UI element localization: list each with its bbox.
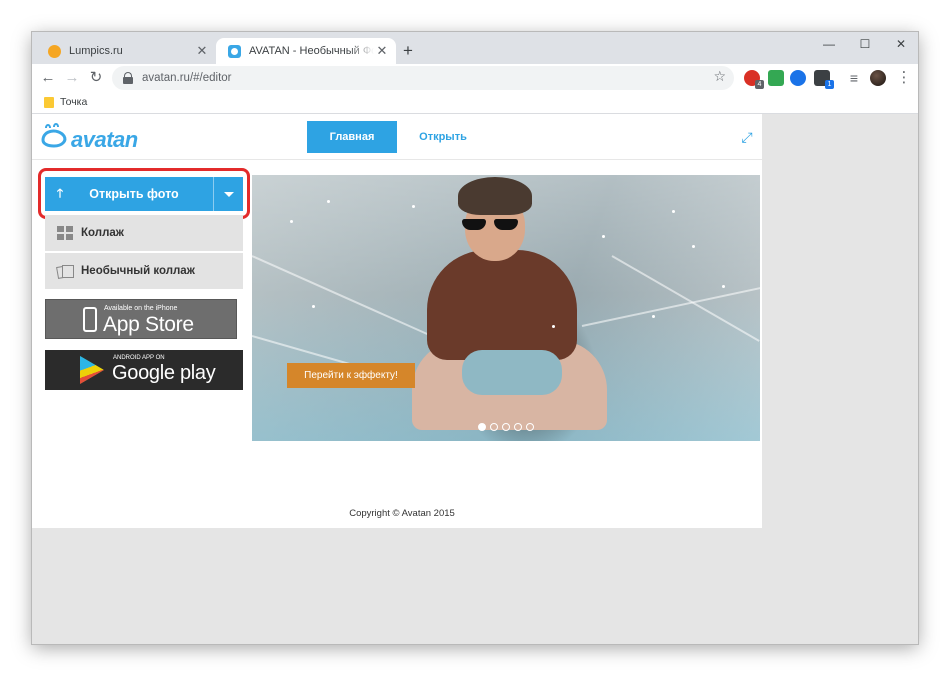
folder-icon [44, 97, 54, 108]
tab-lumpics[interactable]: Lumpics.ru ✕ [36, 38, 216, 64]
whale-logo-icon [41, 123, 67, 148]
sparkle [672, 210, 675, 213]
open-photo-label: Открыть фото [89, 187, 179, 201]
site-header: avatan Главная Открыть ⤢ [32, 114, 762, 160]
back-button[interactable]: ← [36, 66, 60, 90]
grid-icon [57, 226, 73, 240]
tab-close-icon[interactable]: ✕ [194, 43, 210, 59]
menu-icon[interactable]: ⋮ [892, 66, 916, 90]
avatan-site: avatan Главная Открыть ⤢ 🡑 Открыть фото … [32, 114, 762, 528]
open-photo-button[interactable]: 🡑 Открыть фото [45, 177, 243, 211]
effect-banner[interactable]: Перейти к эффекту! [252, 175, 760, 441]
slider-dot[interactable] [514, 423, 522, 431]
logo-wordmark: avatan [71, 127, 138, 152]
caret-down-icon [223, 191, 234, 197]
new-tab-button[interactable]: + [398, 41, 418, 61]
sparkle [312, 305, 315, 308]
tab-avatan[interactable]: AVATAN - Необычный Фоторедактор ✕ [216, 38, 396, 64]
sunglasses-icon [460, 219, 522, 231]
google-play-icon [80, 356, 104, 384]
extension-badge: 4 [755, 80, 764, 89]
slider-dot[interactable] [502, 423, 510, 431]
sparkle [552, 325, 555, 328]
lock-icon [123, 72, 133, 84]
slider-dots [478, 423, 534, 431]
music-icon[interactable] [768, 70, 784, 86]
forward-button[interactable]: → [60, 66, 84, 90]
photos-stack-icon [57, 264, 74, 278]
sparkle [327, 200, 330, 203]
sparkle [412, 205, 415, 208]
copyright-text: Copyright © Avatan 2015 [349, 508, 455, 519]
banner-person [458, 177, 532, 215]
tab-title: Lumpics.ru [69, 45, 123, 57]
sparkle [722, 285, 725, 288]
banner-person [427, 250, 577, 360]
fullscreen-expand-icon[interactable]: ⤢ [738, 128, 756, 146]
google-play-badge[interactable]: ANDROID APP ON Google play [45, 350, 243, 390]
url-text: avatan.ru/#/editor [142, 72, 232, 84]
lumpics-favicon-icon [48, 44, 61, 58]
unusual-collage-button[interactable]: Необычный коллаж [45, 253, 243, 289]
appstore-caption: Available on the iPhone [104, 305, 178, 312]
vpn-icon[interactable] [790, 70, 806, 86]
sparkle [652, 315, 655, 318]
browser-toolbar: ← → ↻ avatan.ru/#/editor ☆ 4 1 ≡ ⋮ [32, 64, 918, 92]
slider-dot[interactable] [526, 423, 534, 431]
bookmarks-bar: Точка [32, 92, 918, 114]
bookmark-star-icon[interactable]: ☆ [713, 68, 726, 85]
adblock-icon[interactable]: 4 [744, 70, 764, 89]
avatan-favicon-icon [228, 44, 241, 58]
banner-person [462, 350, 562, 395]
open-photo-dropdown[interactable] [213, 177, 243, 211]
googleplay-title: Google play [112, 362, 216, 384]
address-bar[interactable]: avatan.ru/#/editor ☆ [112, 66, 734, 90]
sparkle [602, 235, 605, 238]
profile-avatar[interactable] [870, 70, 886, 86]
reload-button[interactable]: ↻ [84, 66, 108, 90]
maximize-button[interactable]: ☐ [848, 32, 882, 56]
tab-close-icon[interactable]: ✕ [374, 43, 390, 59]
page-viewport: avatan Главная Открыть ⤢ 🡑 Открыть фото … [32, 114, 918, 644]
slider-dot[interactable] [490, 423, 498, 431]
sparkle [692, 245, 695, 248]
app-store-badge[interactable]: Available on the iPhone App Store [45, 299, 237, 339]
banner-decoration [611, 255, 760, 342]
collage-button[interactable]: Коллаж [45, 215, 243, 251]
cube-icon[interactable]: 1 [814, 70, 834, 89]
googleplay-caption: ANDROID APP ON [113, 355, 165, 361]
sparkle [290, 220, 293, 223]
avatan-logo[interactable]: avatan [40, 122, 138, 152]
bookmark-tochka[interactable]: Точка [60, 96, 87, 108]
extension-badge: 1 [825, 80, 834, 89]
go-to-effect-button[interactable]: Перейти к эффекту! [287, 363, 415, 388]
appstore-title: App Store [103, 313, 194, 336]
tab-strip: Lumpics.ru ✕ AVATAN - Необычный Фотореда… [32, 32, 918, 64]
media-playlist-icon[interactable]: ≡ [842, 66, 866, 90]
unusual-collage-label: Необычный коллаж [81, 265, 195, 277]
nav-main-button[interactable]: Главная [307, 121, 397, 153]
tab-title: AVATAN - Необычный Фоторедактор [249, 45, 374, 57]
slider-dot[interactable] [478, 423, 486, 431]
collage-label: Коллаж [81, 227, 124, 239]
nav-open-button[interactable]: Открыть [405, 121, 481, 153]
minimize-button[interactable]: — [812, 32, 846, 56]
iphone-icon [83, 307, 97, 332]
close-window-button[interactable]: ✕ [884, 32, 918, 56]
browser-window: Lumpics.ru ✕ AVATAN - Необычный Фотореда… [32, 32, 918, 644]
